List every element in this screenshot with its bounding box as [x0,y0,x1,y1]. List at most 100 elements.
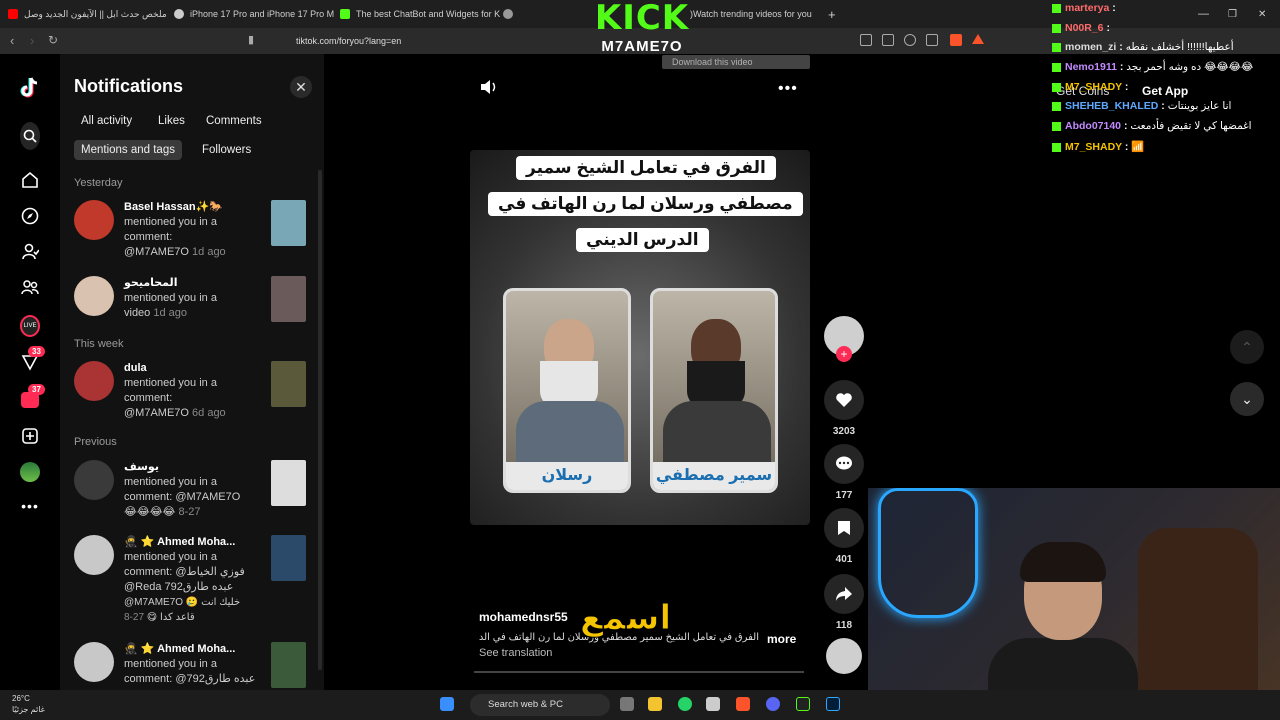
windows-start-icon[interactable] [440,697,454,711]
reload-icon[interactable]: ↻ [48,33,58,47]
brave-browser-icon[interactable] [736,697,750,711]
browser-tab[interactable] [503,4,543,24]
video-thumbnail[interactable] [271,276,306,322]
browser-tab-active[interactable]: )Watch trending videos for you ✕ [690,4,820,24]
upload-icon[interactable] [20,426,40,446]
messages-icon[interactable]: 37 [20,384,45,410]
whatsapp-icon[interactable] [678,697,692,711]
notification-line: comment: [124,231,173,243]
search-icon[interactable] [20,122,40,150]
close-icon[interactable]: ✕ [290,76,312,98]
brave-rewards-icon[interactable] [972,34,984,44]
chat-text: انا عايز بوينتات [1167,100,1232,112]
video-thumbnail[interactable] [271,361,306,407]
browser-tab[interactable]: iPhone 17 Pro and iPhone 17 Pro Max [174,4,334,24]
app-icon[interactable] [706,697,720,711]
following-icon[interactable] [20,242,40,262]
bookmark-icon[interactable]: ▮ [248,33,254,46]
notification-line: video [124,307,151,319]
creator-avatar[interactable]: + [824,316,864,362]
previous-video-button[interactable]: ⌃ [1230,330,1264,364]
photoshop-icon[interactable] [826,697,840,711]
file-explorer-icon[interactable] [648,697,662,711]
screenshot-icon[interactable] [882,34,894,46]
browser-tab[interactable]: ملخص حدث ابل || الآيفون الجديد وصل [8,4,168,24]
save-button[interactable]: 401 [824,508,864,565]
scrollbar[interactable] [318,170,322,670]
notification-text: Basel Hassan✨🐎 mentioned you in a commen… [124,200,262,260]
sound-avatar[interactable] [824,638,864,674]
profile-avatar[interactable] [20,462,40,482]
save-count: 401 [835,554,853,565]
tab-mentions-and-tags[interactable]: Mentions and tags [74,140,182,160]
live-icon[interactable]: LIVE [20,315,40,337]
share-icon[interactable] [926,34,938,46]
discord-icon[interactable] [766,697,780,711]
like-button[interactable]: 3203 [824,380,864,437]
kick-badge-icon [1052,121,1061,131]
video-thumbnail[interactable] [271,200,306,246]
hair [1020,542,1106,582]
home-icon[interactable] [20,170,40,190]
chat-user: M7_SHADY [1065,141,1122,153]
chat-message: Abdo07140 : اغمضها كي لا تقيض فأدمعت [1052,120,1252,132]
more-icon[interactable]: ••• [20,496,40,516]
chat-message: SHEHEB_KHALED : انا عايز بوينتات [1052,100,1231,112]
apple-icon [174,9,184,19]
brave-shield-icon[interactable] [950,34,962,46]
notification-line: mentioned you in a [124,377,217,389]
notification-text: 🥷 ⭐ Ahmed Moha... mentioned you in a com… [124,535,262,625]
weather-widget[interactable]: 26°C غائم جزئيًا [12,693,45,715]
more-options-icon[interactable]: ••• [778,80,798,98]
avatar [74,361,114,401]
video-thumbnail[interactable] [271,642,306,688]
notification-time: 6d ago [192,407,226,419]
weather-desc: غائم جزئيًا [12,705,45,714]
tab-comments[interactable]: Comments [199,111,269,131]
tab-all-activity[interactable]: All activity [74,111,139,131]
video-thumbnail[interactable] [271,460,306,506]
extension-icon[interactable] [860,34,872,46]
chat-user: marterya [1065,2,1110,14]
more-link[interactable]: more [767,632,796,646]
notification-line: 😋 قاعد كدا [146,612,195,623]
tab-followers[interactable]: Followers [195,140,258,160]
video-progress-bar[interactable] [474,671,804,673]
notification-name: 🥷 ⭐ Ahmed Moha... [124,643,236,655]
next-video-button[interactable]: ⌄ [1230,382,1264,416]
notification-text: يوسف mentioned you in a comment: @M7AME7… [124,460,262,520]
inbox-icon[interactable]: 33 [20,346,45,372]
follow-plus-icon[interactable]: + [836,346,852,362]
forward-icon[interactable]: › [30,33,34,48]
notification-line: @M7AME7O [124,246,189,258]
section-this-week: This week [74,338,124,350]
friends-icon[interactable] [20,278,40,298]
zoom-icon[interactable] [904,34,916,46]
notification-line: @M7AME7O [124,407,189,419]
see-translation-link[interactable]: See translation [479,647,552,659]
youtube-icon [8,9,18,19]
volume-icon[interactable] [480,79,498,100]
chat-user: N00R_6 [1065,22,1104,34]
download-video-button[interactable]: Download this video [662,55,810,69]
back-icon[interactable]: ‹ [10,33,14,48]
avatar [826,638,862,674]
comment-button[interactable]: 177 [824,444,864,501]
video-thumbnail[interactable] [271,535,306,581]
taskbar-search[interactable]: Search web & PC [470,694,610,716]
section-yesterday: Yesterday [74,177,123,189]
new-tab-button[interactable]: + [828,4,842,24]
chat-message: momen_zi : أعطيها!!!!!! أخشلف نقطه [1052,41,1234,53]
notification-text: المحاميحو mentioned you in a video 1d ag… [124,276,262,321]
browser-tab[interactable]: The best ChatBot and Widgets for Kick [340,4,500,24]
obs-icon[interactable] [796,697,810,711]
caption-line: الفرق في تعامل الشيخ سمير [516,156,776,180]
task-view-icon[interactable] [620,697,634,711]
explore-icon[interactable] [20,206,40,226]
notification-name: Basel Hassan✨🐎 [124,201,223,213]
video-author[interactable]: mohamednsr55 [479,610,568,624]
share-button[interactable]: 118 [824,574,864,631]
right-label: سمير مصطفي [653,462,775,490]
tab-likes[interactable]: Likes [151,111,192,131]
tiktok-logo-icon[interactable] [20,77,40,98]
